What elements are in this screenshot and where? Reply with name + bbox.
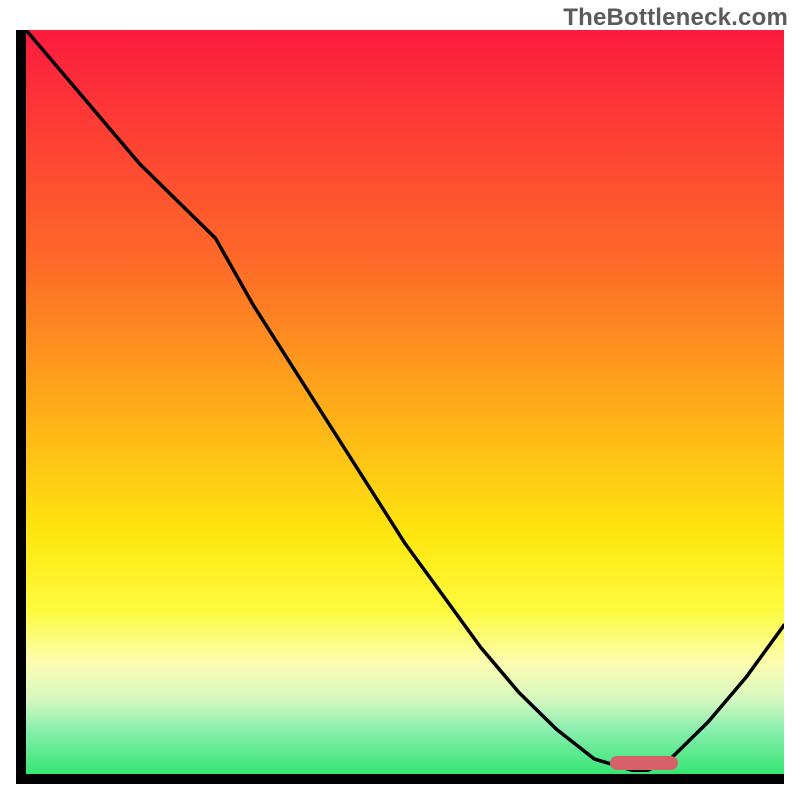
curve-layer: [26, 30, 784, 774]
watermark-text: TheBottleneck.com: [563, 4, 788, 32]
plot-frame: [16, 30, 784, 784]
optimal-range-indicator: [610, 756, 678, 770]
bottleneck-curve: [26, 30, 784, 770]
chart-stage: TheBottleneck.com: [0, 0, 800, 800]
